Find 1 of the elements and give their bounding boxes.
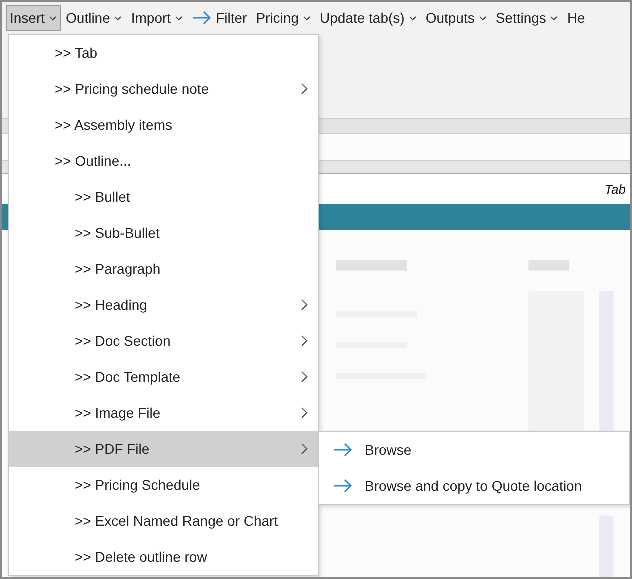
header-label: Tab (604, 182, 626, 196)
